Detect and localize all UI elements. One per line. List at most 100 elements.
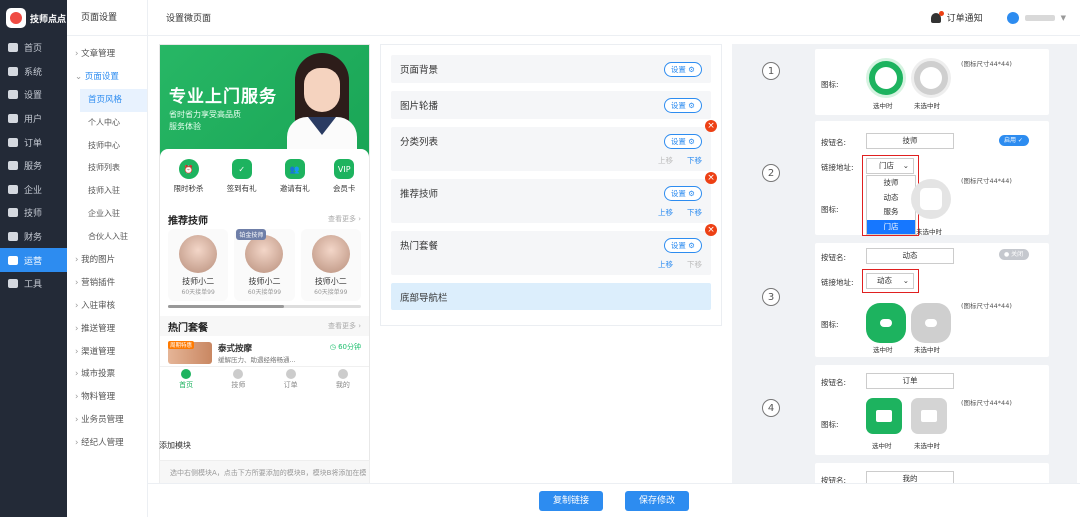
unselected-icon-upload[interactable] <box>911 398 947 434</box>
tech-card[interactable]: 铂金技师 技师小二 60天接单99 <box>234 229 295 301</box>
subnav-item[interactable]: › 经纪人管理 <box>67 432 147 455</box>
vip-card-icon: VIP <box>334 159 355 179</box>
btn-name-input[interactable]: 动态 <box>866 248 954 264</box>
subnav-item[interactable]: 个人中心 <box>67 112 147 135</box>
move-down-button[interactable]: 下移 <box>687 155 702 171</box>
hot-more-link[interactable]: 查看更多 › <box>328 321 361 331</box>
tech-card[interactable]: 技师小二 60天接单99 <box>168 229 229 301</box>
tech-card[interactable]: 技师小二 60天接单99 <box>300 229 361 301</box>
unselected-icon-upload[interactable] <box>911 303 951 343</box>
subnav-item-label: 入驻审核 <box>81 300 116 311</box>
nav-config-card-5: 按钮名: 我的 <box>815 463 1049 483</box>
module-settings-button[interactable]: 设置 ⚙ <box>663 133 702 149</box>
tab-icon <box>337 369 348 379</box>
tech-scrollbar[interactable] <box>168 305 361 308</box>
subnav-item[interactable]: 技师入驻 <box>67 180 147 203</box>
preview-tab[interactable]: 订单 <box>284 369 298 392</box>
subnav-item[interactable]: › 业务员管理 <box>67 409 147 432</box>
subnav-item-label: 城市投票 <box>81 369 116 380</box>
sidebar-item[interactable]: 服务 <box>0 154 67 178</box>
icon-size-hint: (图标尺寸44*44) <box>961 399 1012 407</box>
subnav-item[interactable]: › 推送管理 <box>67 318 147 341</box>
unselected-icon-upload[interactable] <box>911 179 951 219</box>
btn-name-input[interactable]: 技师 <box>866 133 954 149</box>
module-item[interactable]: 热门套餐 设置 ⚙ 上移 下移 × <box>391 224 717 275</box>
move-up-button[interactable]: 上移 <box>658 155 673 171</box>
move-up-button[interactable]: 上移 <box>658 207 673 223</box>
save-button[interactable]: 保存修改 <box>625 490 690 511</box>
bell-icon[interactable] <box>930 10 944 23</box>
checkin-icon: ✓ <box>231 159 252 179</box>
selected-icon-upload[interactable] <box>866 398 902 434</box>
module-item[interactable]: 图片轮播 设置 ⚙ <box>391 91 711 119</box>
avatar[interactable] <box>1006 11 1019 24</box>
sidebar-item[interactable]: 系统 <box>0 60 67 84</box>
sidebar-item[interactable]: 首页 <box>0 36 67 60</box>
subnav-item[interactable]: 技师列表 <box>67 157 147 180</box>
sidebar-item[interactable]: 运营 <box>0 248 67 272</box>
quick-icon-item[interactable]: ⏰ 限时秒杀 <box>174 159 204 209</box>
quick-icon-label: 限时秒杀 <box>173 184 204 193</box>
module-row: 图片轮播 设置 ⚙ <box>400 91 702 119</box>
tech-photo <box>179 235 218 273</box>
delete-icon[interactable]: × <box>705 224 717 236</box>
quick-icon-item[interactable]: VIP 会员卡 <box>333 159 355 209</box>
sidebar-item[interactable]: 工具 <box>0 272 67 296</box>
preview-tab[interactable]: 首页 <box>179 369 193 392</box>
unselected-icon-upload[interactable] <box>911 58 951 98</box>
app-name: 技师点点 <box>30 14 67 25</box>
btn-name-label: 按钮名: <box>821 253 847 262</box>
selected-icon-upload[interactable] <box>866 58 906 98</box>
nav-config-card-3: 3 按钮名: 动态 ● 关闭 链接地址: 动态 ⌄ 图标: 选中时 未选中时 (图… <box>762 243 1049 357</box>
subnav-item[interactable]: › 入驻审核 <box>67 295 147 318</box>
subnav-item[interactable]: › 物料管理 <box>67 386 147 409</box>
subnav-item[interactable]: 技师中心 <box>67 135 147 158</box>
subnav-item[interactable]: › 营销插件 <box>67 272 147 295</box>
user-name-masked[interactable] <box>1024 14 1055 21</box>
module-settings-button[interactable]: 设置 ⚙ <box>663 61 702 77</box>
subnav-item[interactable]: › 我的图片 <box>67 249 147 272</box>
banner-image[interactable]: 专业上门服务 省时省力享受高品质 服务体验 <box>160 45 369 157</box>
subnav-item[interactable]: › 渠道管理 <box>67 341 147 364</box>
hot-item[interactable]: 周期特惠 泰式按摩 缓解压力、助遇经络畅通... ◷ 60分钟 <box>160 336 369 366</box>
module-item[interactable]: 页面背景 设置 ⚙ <box>391 55 711 83</box>
quick-icon-item[interactable]: ✓ 签到有礼 <box>227 159 257 209</box>
subnav-item[interactable]: 合伙人入驻 <box>67 226 147 249</box>
preview-tab[interactable]: 技师 <box>231 369 245 392</box>
subnav-item[interactable]: 首页风格 <box>80 88 147 112</box>
subnav-item[interactable]: › 文章管理 <box>67 43 147 66</box>
enable-toggle[interactable]: 启用 ✓ <box>999 135 1029 146</box>
sidebar-item[interactable]: 财务 <box>0 225 67 249</box>
module-settings-button[interactable]: 设置 ⚙ <box>663 185 702 201</box>
preview-tab[interactable]: 我的 <box>336 369 350 392</box>
btn-name-input[interactable]: 订单 <box>866 373 954 389</box>
module-settings-button[interactable]: 设置 ⚙ <box>663 97 702 113</box>
copy-link-button[interactable]: 复制链接 <box>538 490 603 511</box>
sidebar-item[interactable]: 企业 <box>0 178 67 202</box>
btn-name-input[interactable]: 我的 <box>866 471 954 483</box>
subnav-item[interactable]: 企业入驻 <box>67 203 147 226</box>
move-down-button[interactable]: 下移 <box>687 259 702 275</box>
enable-toggle[interactable]: ● 关闭 <box>999 249 1029 260</box>
delete-icon[interactable]: × <box>705 172 717 184</box>
tech-more-link[interactable]: 查看更多 › <box>328 214 361 224</box>
sidebar-item[interactable]: 设置 <box>0 83 67 107</box>
sidebar-item-label: 订单 <box>24 138 43 149</box>
chevron-down-icon[interactable]: ▼ <box>1061 14 1066 22</box>
move-up-button[interactable]: 上移 <box>658 259 673 275</box>
subnav-item[interactable]: ⌄ 页面设置 <box>67 66 147 89</box>
order-notice-link[interactable]: 订单通知 <box>947 11 983 24</box>
sidebar-item[interactable]: 订单 <box>0 130 67 154</box>
selected-icon-upload[interactable] <box>866 303 906 343</box>
module-item[interactable]: 推荐技师 设置 ⚙ 上移 下移 × <box>391 172 717 223</box>
subnav-item[interactable]: › 城市投票 <box>67 363 147 386</box>
move-down-button[interactable]: 下移 <box>687 207 702 223</box>
sidebar-item[interactable]: 技师 <box>0 201 67 225</box>
module-item[interactable]: 底部导航栏 <box>391 283 711 310</box>
module-item[interactable]: 分类列表 设置 ⚙ 上移 下移 × <box>391 120 717 171</box>
sidebar-item[interactable]: 用户 <box>0 107 67 131</box>
quick-icon-item[interactable]: 👥 邀请有礼 <box>280 159 310 209</box>
module-settings-button[interactable]: 设置 ⚙ <box>663 237 702 253</box>
delete-icon[interactable]: × <box>705 120 717 132</box>
nav-config-card-2: 2 按钮名: 技师 启用 ✓ 链接地址: 门店 ⌄ 技师 动态 服务 门店 图标: 未选… <box>762 121 1049 236</box>
